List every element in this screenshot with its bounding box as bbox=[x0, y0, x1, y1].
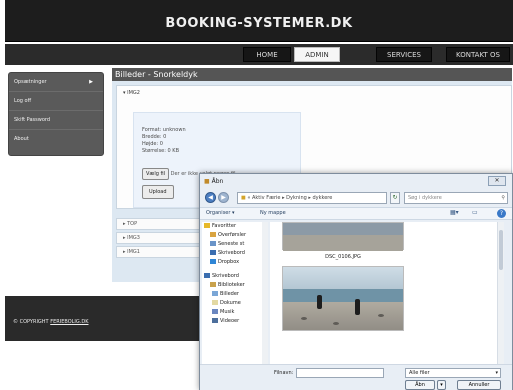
desktop-icon bbox=[210, 250, 216, 255]
dialog-title: ■ Åbn bbox=[204, 178, 224, 185]
refresh-icon: ↻ bbox=[392, 194, 398, 201]
tree-item-downloads[interactable]: Overførsler bbox=[202, 231, 267, 240]
info-width: Bredde: 0 bbox=[142, 134, 167, 140]
filetype-select[interactable]: Alle filer ▾ bbox=[405, 368, 501, 378]
tree-favorites[interactable]: Favoritter bbox=[202, 222, 267, 231]
organize-button[interactable]: Organiser ▾ bbox=[206, 210, 235, 216]
dropbox-icon bbox=[210, 259, 216, 264]
sidebar-item-label: Skift Password bbox=[14, 117, 51, 123]
tree-scrollbar[interactable] bbox=[262, 222, 268, 364]
file-list-scrollbar[interactable] bbox=[497, 222, 504, 364]
dialog-toolbar: Organiser ▾ Ny mappe ▦▾ ▭ ? bbox=[200, 207, 512, 220]
caret-right-icon: ▶ bbox=[89, 79, 93, 85]
preview-pane-icon[interactable]: ▭ bbox=[472, 209, 478, 216]
refresh-button[interactable]: ↻ bbox=[390, 192, 400, 204]
file-list: DSC_0106.JPG bbox=[270, 222, 504, 364]
help-icon[interactable]: ? bbox=[497, 209, 506, 218]
libraries-icon bbox=[210, 282, 216, 287]
file-thumbnail[interactable] bbox=[282, 222, 404, 251]
tree-desktop[interactable]: Skrivebord bbox=[202, 272, 267, 281]
close-icon: ✕ bbox=[494, 177, 500, 184]
sidebar: Opsætninger ▶ Log off Skift Password Abo… bbox=[8, 72, 104, 156]
panel-header[interactable]: ▾ IMG2 bbox=[123, 90, 140, 96]
search-input[interactable]: Søg i dykkere ⚲ bbox=[404, 192, 508, 204]
nav-home[interactable]: HOME bbox=[243, 47, 291, 62]
tree-item-desktop-fav[interactable]: Skrivebord bbox=[202, 249, 267, 258]
nav-admin[interactable]: ADMIN bbox=[294, 47, 340, 62]
address-bar[interactable]: ■ « Aktiv Færie ▸ Dykning ▸ dykkere bbox=[237, 192, 387, 204]
navigation-tree: Favoritter Overførsler Seneste st Skrive… bbox=[202, 222, 268, 364]
upload-button[interactable]: Upload bbox=[142, 185, 174, 199]
rock bbox=[333, 322, 339, 325]
rock bbox=[301, 317, 307, 320]
search-icon: ⚲ bbox=[501, 195, 505, 201]
download-folder-icon bbox=[210, 232, 216, 237]
nav-kontakt[interactable]: KONTAKT OS bbox=[446, 47, 510, 62]
view-options-icon[interactable]: ▦▾ bbox=[450, 209, 459, 216]
arrow-left-icon: ◀ bbox=[208, 194, 213, 201]
documents-icon bbox=[212, 300, 218, 305]
chevron-down-icon: ▾ bbox=[440, 382, 443, 388]
chevron-down-icon: ▾ bbox=[495, 370, 498, 376]
new-folder-button[interactable]: Ny mappe bbox=[260, 210, 286, 216]
tree-item-pictures[interactable]: Billeder bbox=[202, 290, 267, 299]
tree-item-dropbox[interactable]: Dropbox bbox=[202, 258, 267, 267]
music-icon bbox=[212, 309, 218, 314]
tree-item-music[interactable]: Musik bbox=[202, 308, 267, 317]
sidebar-item-password[interactable]: Skift Password bbox=[9, 111, 103, 130]
page-title: Billeder - Snorkeldyk bbox=[112, 68, 512, 81]
tree-item-documents[interactable]: Dokume bbox=[202, 299, 267, 308]
info-height: Højde: 0 bbox=[142, 141, 163, 147]
diver-figure bbox=[317, 295, 322, 309]
videos-icon bbox=[212, 318, 218, 323]
main-nav: HOME ADMIN SERVICES KONTAKT OS bbox=[5, 44, 513, 65]
open-options-button[interactable]: ▾ bbox=[437, 380, 446, 390]
footer-link[interactable]: FERIEBOLIG.DK bbox=[50, 319, 88, 325]
close-button[interactable]: ✕ bbox=[488, 176, 506, 186]
file-name[interactable]: DSC_0106.JPG bbox=[282, 254, 404, 260]
sidebar-item-about[interactable]: About bbox=[9, 130, 103, 149]
site-header: BOOKING-SYSTEMER.DK bbox=[5, 0, 513, 42]
dialog-footer: Filnavn: Alle filer ▾ Åbn ▾ Annuller bbox=[200, 364, 512, 390]
copyright: © COPYRIGHT FERIEBOLIG.DK bbox=[13, 319, 89, 325]
open-button[interactable]: Åbn bbox=[405, 380, 435, 390]
sidebar-item-label: Log off bbox=[14, 98, 32, 104]
nav-services[interactable]: SERVICES bbox=[376, 47, 432, 62]
tree-item-videos[interactable]: Videoer bbox=[202, 317, 267, 326]
sidebar-item-label: Opsætninger bbox=[14, 79, 47, 85]
sidebar-item-label: About bbox=[14, 136, 29, 142]
recent-places-icon bbox=[210, 241, 216, 246]
site-logo[interactable]: BOOKING-SYSTEMER.DK bbox=[5, 16, 513, 31]
star-icon bbox=[204, 223, 210, 228]
tree-item-libraries[interactable]: Biblioteker bbox=[202, 281, 267, 290]
file-thumbnail[interactable] bbox=[282, 266, 404, 331]
back-button[interactable]: ◀ bbox=[205, 192, 216, 203]
sidebar-item-opsaetninger[interactable]: Opsætninger ▶ bbox=[9, 73, 103, 92]
sidebar-item-logoff[interactable]: Log off bbox=[9, 92, 103, 111]
forward-button[interactable]: ▶ bbox=[218, 192, 229, 203]
app-icon: ■ bbox=[204, 178, 210, 185]
pictures-icon bbox=[212, 291, 218, 296]
rock bbox=[378, 314, 384, 317]
choose-file-button[interactable]: Vælg fil bbox=[142, 168, 170, 180]
desktop-icon bbox=[204, 273, 210, 278]
cancel-button[interactable]: Annuller bbox=[457, 380, 501, 390]
filename-label: Filnavn: bbox=[274, 370, 294, 376]
open-file-dialog: ■ Åbn ✕ ◀ ▶ ■ « Aktiv Færie ▸ Dykning ▸ … bbox=[199, 173, 513, 390]
filename-input[interactable] bbox=[296, 368, 384, 378]
address-row: ◀ ▶ ■ « Aktiv Færie ▸ Dykning ▸ dykkere … bbox=[203, 191, 511, 205]
info-format: Format: unknown bbox=[142, 127, 186, 133]
info-size: Størrelse: 0 KB bbox=[142, 148, 180, 154]
arrow-right-icon: ▶ bbox=[221, 194, 226, 201]
tree-item-recent[interactable]: Seneste st bbox=[202, 240, 267, 249]
diver-figure bbox=[355, 299, 360, 315]
